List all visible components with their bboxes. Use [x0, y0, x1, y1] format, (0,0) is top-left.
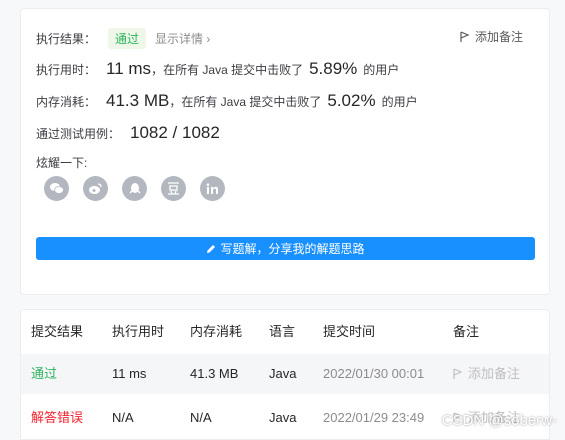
row-result[interactable]: 通过	[31, 354, 57, 394]
linkedin-icon[interactable]	[200, 176, 225, 201]
row-add-note[interactable]: 添加备注	[453, 354, 520, 394]
memory-row: 内存消耗： 41.3 MB ，在所有 Java 提交中击败了 5.02% 的用户	[36, 91, 418, 111]
submissions-table: 提交结果 执行用时 内存消耗 语言 提交时间 备注 通过 11 ms 41.3 …	[20, 309, 550, 440]
flag-icon	[460, 30, 470, 42]
weibo-icon[interactable]	[83, 176, 108, 201]
row-memory: 41.3 MB	[190, 366, 239, 381]
header-memory: 内存消耗	[190, 324, 243, 339]
row-language: Java	[269, 410, 297, 425]
header-language: 语言	[269, 324, 296, 339]
row-add-note-label: 添加备注	[468, 366, 521, 381]
table-header-row: 提交结果 执行用时 内存消耗 语言 提交时间 备注	[21, 312, 549, 352]
flag-icon	[453, 412, 463, 423]
tests-label: 通过测试用例：	[36, 127, 121, 141]
memory-label: 内存消耗：	[36, 95, 97, 109]
wechat-icon[interactable]	[44, 176, 69, 201]
status-badge: 通过	[108, 28, 147, 49]
write-solution-button[interactable]: 写题解，分享我的解题思路	[36, 237, 535, 260]
qq-icon[interactable]	[122, 176, 147, 201]
pencil-icon	[207, 244, 216, 253]
row-result[interactable]: 解答错误	[31, 398, 83, 438]
row-time: 2022/01/30 00:01	[323, 366, 425, 381]
share-row-label: 炫耀一下:	[36, 154, 87, 171]
runtime-value: 11 ms	[106, 59, 152, 78]
result-row: 执行结果： 通过 显示详情 ›	[36, 28, 210, 49]
table-row[interactable]: 解答错误 N/A N/A Java 2022/01/29 23:49 添加备注	[21, 398, 549, 438]
write-solution-label: 写题解，分享我的解题思路	[220, 242, 365, 256]
header-time: 提交时间	[323, 324, 376, 339]
memory-percent: 5.02%	[327, 91, 376, 110]
douban-icon[interactable]	[161, 176, 186, 201]
header-result: 提交结果	[31, 324, 84, 339]
show-details-link[interactable]: 显示详情 ›	[155, 30, 210, 47]
add-note-button[interactable]: 添加备注	[460, 28, 523, 45]
row-add-note-label: 添加备注	[468, 410, 521, 425]
memory-value: 41.3 MB	[106, 91, 170, 110]
runtime-suffix: 的用户	[363, 63, 400, 77]
header-runtime: 执行用时	[112, 324, 165, 339]
row-time: 2022/01/29 23:49	[323, 410, 425, 425]
tests-row: 通过测试用例： 1082 / 1082	[36, 123, 220, 143]
runtime-percent: 5.89%	[309, 59, 358, 78]
share-label: 炫耀一下:	[36, 156, 88, 170]
flag-icon	[453, 368, 463, 379]
runtime-prefix: ，在所有 Java 提交中击败了	[151, 63, 304, 77]
result-label: 执行结果：	[36, 32, 97, 46]
memory-prefix: ，在所有 Java 提交中击败了	[169, 95, 322, 109]
row-runtime: N/A	[112, 410, 134, 425]
runtime-row: 执行用时： 11 ms ，在所有 Java 提交中击败了 5.89% 的用户	[36, 59, 399, 79]
result-card: 执行结果： 通过 显示详情 › 添加备注 执行用时： 11 ms ，在所有 Ja…	[20, 8, 550, 295]
add-note-label: 添加备注	[474, 30, 523, 44]
memory-suffix: 的用户	[381, 95, 418, 109]
row-add-note[interactable]: 添加备注	[453, 398, 520, 438]
share-icons	[44, 176, 239, 201]
table-row[interactable]: 通过 11 ms 41.3 MB Java 2022/01/30 00:01 添…	[21, 354, 549, 394]
row-runtime: 11 ms	[112, 366, 147, 381]
tests-value: 1082 / 1082	[130, 123, 220, 142]
row-memory: N/A	[190, 410, 212, 425]
runtime-label: 执行用时：	[36, 63, 97, 77]
header-note: 备注	[453, 324, 480, 339]
row-language: Java	[269, 366, 297, 381]
